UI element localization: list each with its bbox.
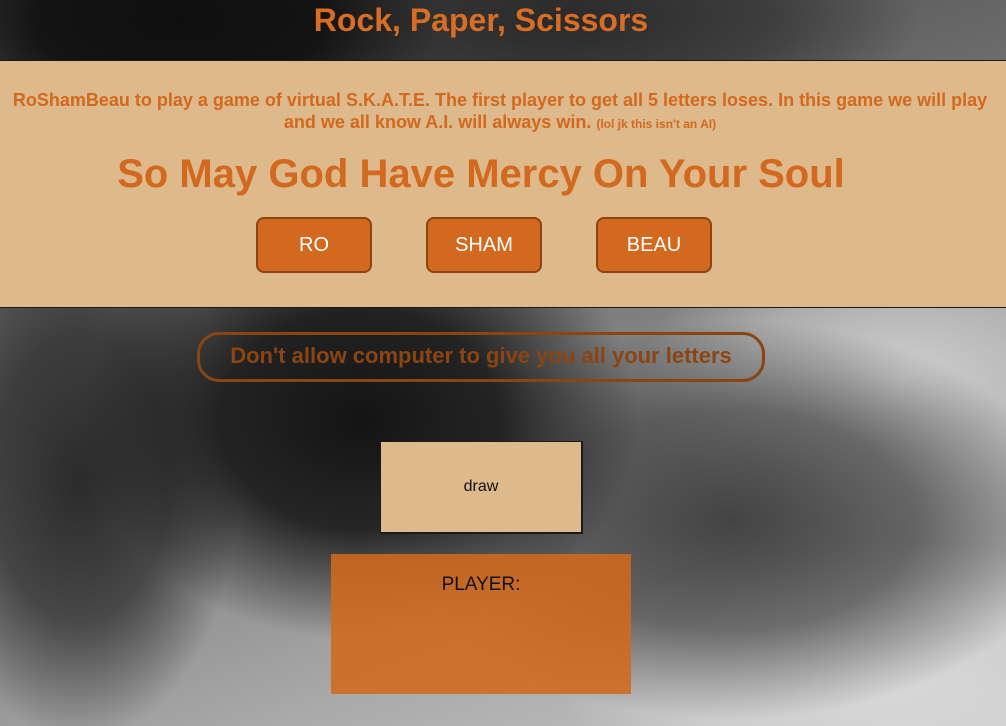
result-text: draw [463, 478, 499, 495]
player-score-box: PLAYER: [331, 554, 631, 694]
intro-aside: (lol jk this isn't an AI) [596, 117, 717, 131]
intro-line-1: RoShamBeau to play a game of virtual S.K… [12, 90, 988, 110]
tagline-heading: So May God Have Mercy On Your Soul [117, 152, 845, 196]
beau-button[interactable]: BEAU [596, 217, 712, 273]
intro-line-2-text: and we all know A.I. will always win. [283, 112, 592, 132]
warning-banner: Don't allow computer to give you all you… [197, 332, 765, 382]
result-box: draw [380, 441, 583, 534]
intro-line-2: and we all know A.I. will always win. (l… [0, 111, 1006, 135]
player-label: PLAYER: [441, 574, 521, 595]
page-title: Rock, Paper, Scissors [313, 2, 649, 38]
game-panel: RoShamBeau to play a game of virtual S.K… [0, 60, 1006, 308]
sham-button[interactable]: SHAM [426, 217, 542, 273]
ro-button[interactable]: RO [256, 217, 372, 273]
intro-text: RoShamBeau to play a game of virtual S.K… [0, 89, 1006, 135]
